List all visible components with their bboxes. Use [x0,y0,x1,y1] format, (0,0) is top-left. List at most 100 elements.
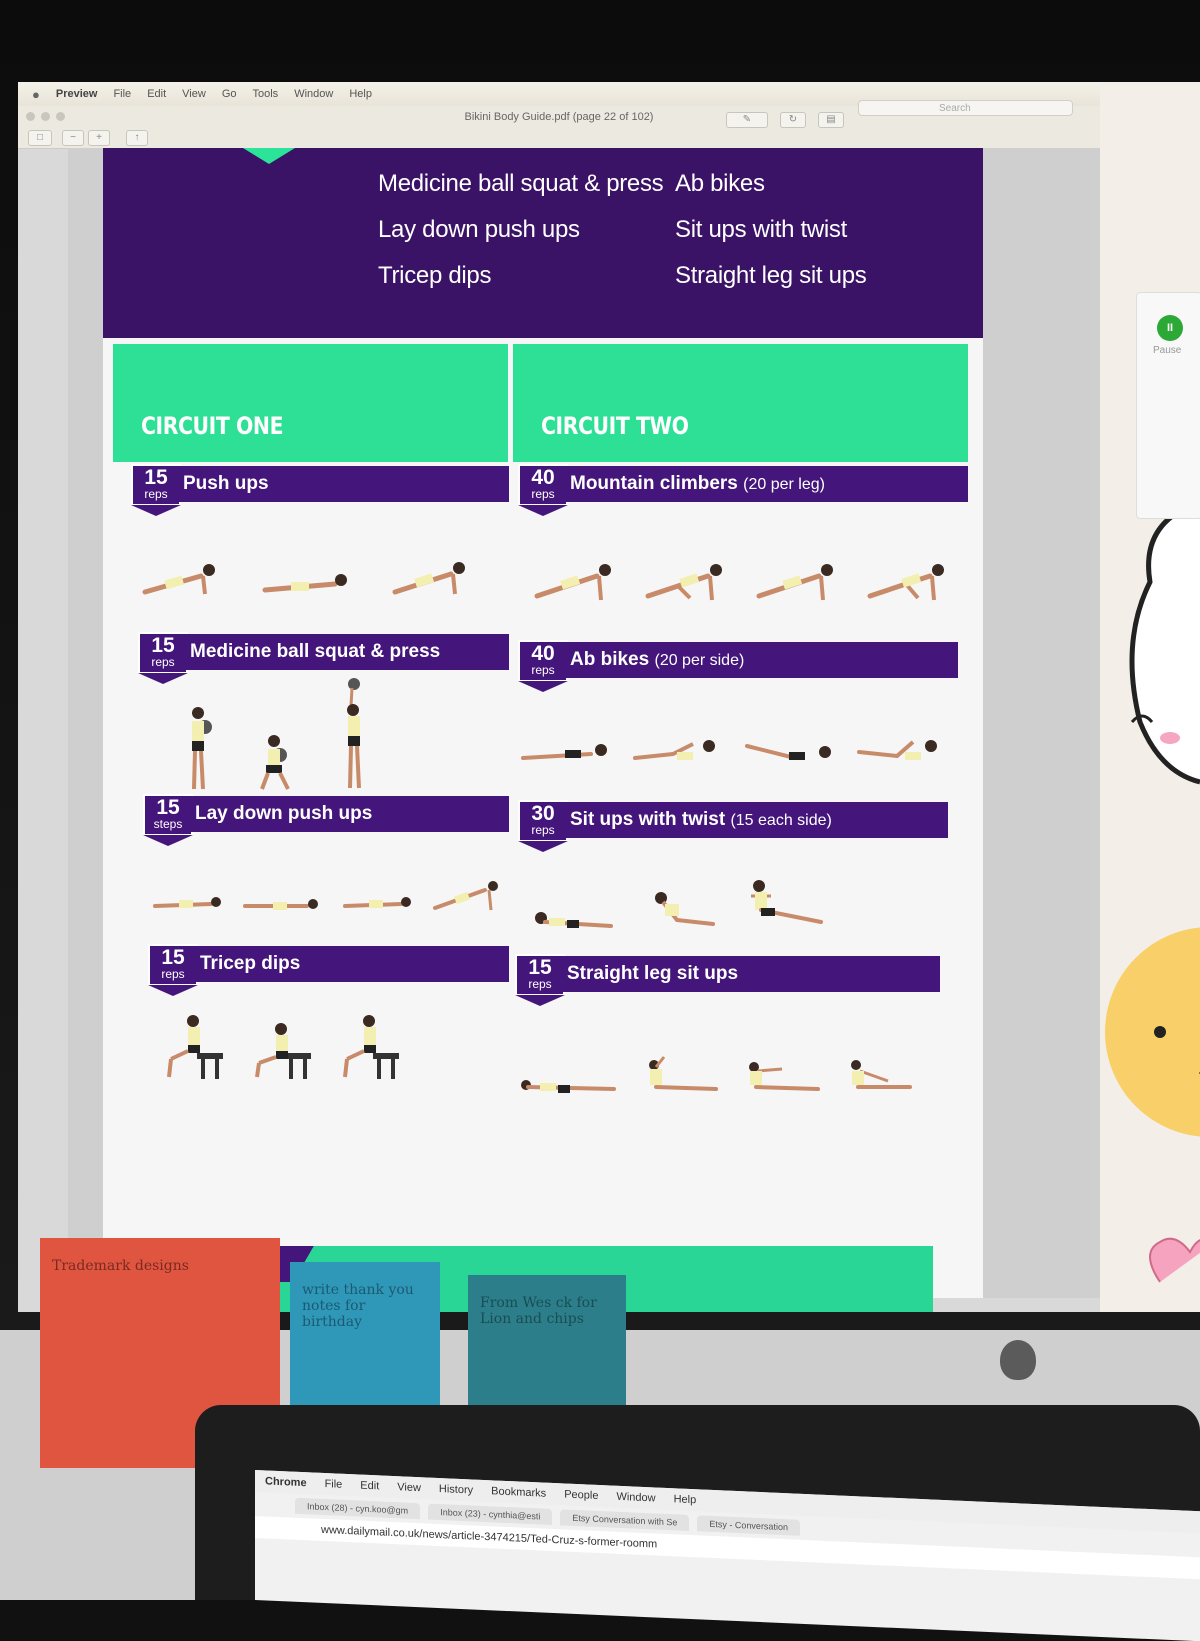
exercise-illustrations [533,560,952,604]
laptop-menu-view[interactable]: View [397,1481,421,1494]
situp-twist-figure [535,912,613,928]
mountain-climber-figure [756,564,833,601]
mountain-climber-figure [867,564,944,601]
exercise-illustrations [521,736,947,766]
wallpaper-illustration [1105,499,1200,1283]
laptop-menu-people[interactable]: People [564,1488,598,1501]
exercise-illustrations [533,878,827,934]
laptop-menu-help[interactable]: Help [674,1493,697,1506]
window-title: Bikini Body Guide.pdf (page 22 of 102) [464,111,654,123]
straight-leg-situp-figure [749,1062,820,1091]
sticky-note: From Wes ck for Lion and chips [468,1275,626,1415]
exercise-row: 40 reps Ab bikes (20 per side) [518,640,958,692]
straight-leg-situp-figure [851,1060,912,1089]
exercise-row: 30 reps Sit ups with twist (15 each side… [518,800,948,852]
apple-icon[interactable]: ● [32,87,40,102]
exercise-row: 15 reps Medicine ball squat & press [138,632,509,684]
laptop-menu-window[interactable]: Window [616,1491,655,1505]
menu-window[interactable]: Window [294,88,333,100]
monitor: ● Preview File Edit View Go Tools Window… [0,0,1200,1330]
rotate-icon[interactable]: ↻ [780,112,806,128]
laptop-menu-bookmarks[interactable]: Bookmarks [491,1485,546,1499]
exercise-note: (20 per leg) [743,476,825,493]
browser-tab[interactable]: Etsy - Conversation [697,1515,800,1536]
ab-bike-figure [633,740,715,760]
zoom-out-icon[interactable]: − [62,130,84,146]
ab-bike-figure [521,744,607,760]
zoom-in-icon[interactable]: + [88,130,110,146]
exercise-illustrations [518,1053,914,1097]
banner-item: Lay down push ups [378,216,580,243]
minimize-button[interactable] [41,112,50,121]
situp-twist-figure [751,880,823,924]
sticky-note: write thank you notes for birthday [290,1262,440,1412]
ab-bike-figure [745,744,831,760]
pushup-figure [262,574,347,593]
close-button[interactable] [26,112,35,121]
browser-tab[interactable]: Etsy Conversation with Se [560,1509,690,1531]
zoom-button[interactable] [56,112,65,121]
exercise-name: Mountain climbers (20 per leg) [560,466,968,502]
search-input[interactable]: Search [858,100,1073,116]
squat-press-figure [260,735,290,790]
exercise-name: Tricep dips [190,946,509,982]
squat-press-figure [192,707,212,790]
toolbox-icon[interactable]: ▤ [818,112,844,128]
laydown-pushup-figure [153,897,221,908]
exercise-name: Ab bikes (20 per side) [560,642,958,678]
pdf-page: Medicine ball squat & press Lay down pus… [103,148,983,1298]
banner-left-list: Medicine ball squat & press Lay down pus… [378,170,664,308]
laydown-pushup-figure [433,881,498,911]
pause-label: Pause [1153,345,1182,356]
pdf-viewport[interactable]: Medicine ball squat & press Lay down pus… [68,148,1100,1312]
menu-edit[interactable]: Edit [147,88,166,100]
browser-tab[interactable]: Inbox (23) - cynthia@esti [428,1503,553,1525]
banner-item: Tricep dips [378,262,492,289]
squat-press-figure [347,678,361,789]
banner-pointer [243,148,295,164]
exercise-name: Push ups [173,466,509,502]
sidebar-toggle-icon[interactable]: □ [28,130,52,146]
mountain-climber-figure [645,564,722,601]
straight-leg-situp-figure [521,1080,616,1093]
laptop-menu-history[interactable]: History [439,1483,473,1496]
pause-button[interactable]: II [1157,315,1183,341]
desktop-wallpaper [1100,82,1200,1312]
circuit-two-header: CIRCUIT TWO [513,344,968,462]
exercise-illustrations [141,558,471,598]
exercise-illustrations [153,878,505,914]
menu-help[interactable]: Help [349,88,372,100]
menu-app-name[interactable]: Preview [56,88,98,100]
banner-item: Medicine ball squat & press [378,170,664,197]
exercise-name: Lay down push ups [185,796,509,832]
markup-pen-icon[interactable]: ✎ [726,112,768,128]
exercise-row: 15 reps Tricep dips [148,944,509,996]
menu-view[interactable]: View [182,88,206,100]
laptop: Chrome File Edit View History Bookmarks … [195,1405,1200,1641]
browser-tab[interactable]: Inbox (28) - cyn.koo@gm [295,1497,421,1520]
tricep-dip-figure [255,1023,311,1079]
share-icon[interactable]: ↑ [126,130,148,146]
window-controls [26,112,65,121]
situp-twist-figure [655,892,715,926]
exercise-row: 15 reps Straight leg sit ups [515,954,940,1006]
circuit-one-title: CIRCUIT ONE [141,412,284,440]
laptop-menu-edit[interactable]: Edit [360,1480,379,1493]
screen: ● Preview File Edit View Go Tools Window… [18,82,1200,1312]
straight-leg-situp-figure [649,1056,718,1091]
laptop-menu-file[interactable]: File [325,1478,343,1491]
banner-item: Straight leg sit ups [675,262,867,289]
menu-go[interactable]: Go [222,88,237,100]
exercise-name: Medicine ball squat & press [180,634,509,670]
laptop-menu-app[interactable]: Chrome [265,1475,307,1489]
pushup-figure [142,564,215,595]
menu-file[interactable]: File [113,88,131,100]
mountain-climber-figure [534,564,611,601]
menu-tools[interactable]: Tools [253,88,279,100]
exercise-name: Sit ups with twist (15 each side) [560,802,948,838]
summary-banner: Medicine ball squat & press Lay down pus… [103,148,983,338]
ab-bike-figure [857,740,937,760]
exercise-note: (15 each side) [730,812,832,829]
exercise-row: 15 steps Lay down push ups [143,794,509,846]
banner-item: Sit ups with twist [675,216,847,243]
